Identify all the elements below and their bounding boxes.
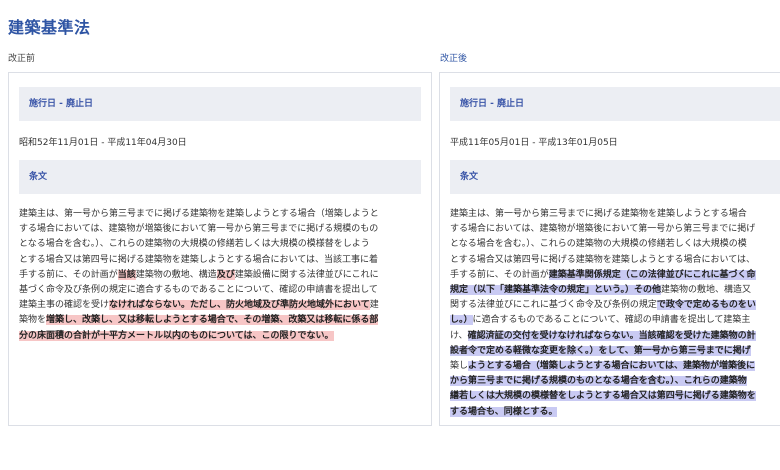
article-text-line: となる場合を含む。）、これらの建築物の大規模の修繕若しくは大規模の模 [450,237,780,252]
enforcement-date-range: 平成11年05月01日 - 平成13年01月05日 [450,138,618,148]
inserted-text: 規定（以下「建築基準法令の規定」という。）その他 [450,285,661,296]
article-text-line: 手する前に、その計画が当該建築物の敷地、構造及び建築設備に関する法律並びにこれに [19,268,423,283]
enforcement-date-heading: 施行日 - 廃止日 [19,87,421,121]
article-text-line: する場合も、同様とする。 [450,405,780,420]
article-text-line: 築物を増築し、改築し、又は移転しようとする場合で、その増築、改築又は移転に係る部 [19,313,423,328]
article-text-line: 繕若しくは大規模の模様替をしようとする場合又は第四号に掲げる建築物を [450,389,780,404]
article-text-line: け、確認済証の交付を受けなければならない。当該確認を受けた建築物の計 [450,329,780,344]
text-segment: 建築物の敷地、構造 [135,269,217,280]
deleted-text: 増築し、改築し、又は移転しようとする場合で、その増築、改築又は移転に係る部 [46,315,379,326]
text-segment: け、 [450,330,468,341]
article-text-line: 建築主は、第一号から第三号までに掲げる建築物を建築しようとする場合（増築しようと [19,207,423,222]
article-text: 建築主は、第一号から第三号までに掲げる建築物を建築しようとする場合（増築しようと… [19,207,423,344]
text-segment: に適合するものであることについて、確認の申請書を提出して建築主 [472,315,751,326]
text-segment: 関する法律並びにこれに基づく命令及び条例の規定 [450,300,657,311]
inserted-text: し。） [450,315,473,326]
inserted-text: する場合も、同様とする。 [450,406,558,417]
text-segment: する場合においては、建築物が増築後において第一号から第三号までに掲げる規模のもの [19,224,379,235]
after-column-label: 改正後 [440,54,468,64]
article-text: 建築主は、第一号から第三号までに掲げる建築物を建築しようとする場合 する場合におい… [450,207,780,420]
article-text-line: 関する法律並びにこれに基づく命令及び条例の規定で政令で定めるものをい [450,298,780,313]
page-title: 建築基準法 [8,18,91,37]
inserted-text: から第三号までに掲げる規模のものとなる場合を含む。）、これらの建築物 [450,376,747,387]
before-panel: 施行日 - 廃止日 昭和52年11月01日 - 平成11年04月30日 条文 建… [8,72,432,426]
text-segment: 建築主は、第一号から第三号までに掲げる建築物を建築しようとする場合 [450,209,747,219]
deleted-text: 及び [216,269,235,280]
inserted-text: 繕若しくは大規模の模様替をしようとする場合又は第四号に掲げる建築物を [450,391,756,402]
article-text-line: 手する前に、その計画が建築基準関係規定（この法律並びにこれに基づく命 [450,268,780,283]
after-panel: 施行日 - 廃止日 平成11年05月01日 - 平成13年01月05日 条文 建… [439,72,780,426]
article-text-line: となる場合を含む。）、これらの建築物の大規模の修繕若しくは大規模の模様替をしよう [19,237,423,252]
text-segment: 手する前に、その計画が [19,269,118,280]
text-segment: とする場合又は第四号に掲げる建築物を建築しようとする場合においては、当該工事に着 [19,254,379,265]
inserted-text: で政令で定めるものをい [656,300,756,311]
article-text-line: する場合においては、建築物が増築後において第一号から第三号までに掲げ [450,222,780,237]
inserted-text: 建築基準関係規定（この法律並びにこれに基づく命 [548,269,756,280]
article-text-line: から第三号までに掲げる規模のものとなる場合を含む。）、これらの建築物 [450,374,780,389]
text-segment: 築物を [19,315,47,326]
text-segment: 建築主事の確認を受け [19,300,110,311]
deleted-text: なければならない。ただし、防火地域及び準防火地域外において [109,300,370,311]
article-text-line: 建築主は、第一号から第三号までに掲げる建築物を建築しようとする場合 [450,207,780,222]
article-text-line: 建築主事の確認を受けなければならない。ただし、防火地域及び準防火地域外において建 [19,298,423,313]
text-segment: 基づく命令及び条例の規定に適合するものであることについて、確認の申請書を提出して [19,285,378,296]
enforcement-date-range: 昭和52年11月01日 - 平成11年04月30日 [19,138,187,148]
article-heading: 条文 [19,160,421,194]
text-segment: となる場合を含む。）、これらの建築物の大規模の修繕若しくは大規模の模 [450,239,747,250]
article-text-line: 基づく命令及び条例の規定に適合するものであることについて、確認の申請書を提出して [19,283,423,298]
article-heading: 条文 [450,160,780,194]
deleted-text: 当該 [117,269,136,280]
article-text-line: する場合においては、建築物が増築後において第一号から第三号までに掲げる規模のもの [19,222,423,237]
text-segment: する場合においては、建築物が増築後において第一号から第三号までに掲げ [450,224,756,235]
text-segment: 建築主は、第一号から第三号までに掲げる建築物を建築しようとする場合（増築しようと [19,209,379,219]
article-text-line: とする場合又は第四号に掲げる建築物を建築しようとする場合においては、当該工事に着 [19,253,423,268]
text-segment: 建築設備に関する法律並びにこれに [234,269,379,280]
text-segment: 築し [450,361,469,372]
article-text-line: し。）に適合するものであることについて、確認の申請書を提出して建築主 [450,313,780,328]
text-segment: 建 [369,300,379,311]
article-text-line: 規定（以下「建築基準法令の規定」という。）その他建築物の敷地、構造又 [450,283,780,298]
text-segment: とする場合又は第四号に掲げる建築物を建築しようとする場合においては、 [450,254,756,265]
inserted-text: 確認済証の交付を受けなければならない。当該確認を受けた建築物の計 [467,330,756,341]
article-text-line: 設者令で定める軽微な変更を除く。）をして、第一号から第三号までに掲げ [450,344,780,359]
article-text-line: 分の床面積の合計が十平方メートル以内のものについては、この限りでない。 [19,329,423,344]
before-column-label: 改正前 [8,54,36,64]
inserted-text: 設者令で定める軽微な変更を除く。）をして、第一号から第三号までに掲げ [450,345,751,356]
enforcement-date-heading: 施行日 - 廃止日 [450,87,780,121]
text-segment: 手する前に、その計画が [450,269,549,280]
article-text-line: とする場合又は第四号に掲げる建築物を建築しようとする場合においては、 [450,253,780,268]
text-segment: 建築物の敷地、構造又 [660,285,751,296]
inserted-text: ようとする場合（増築しようとする場合においては、建築物が増築後に [468,361,756,372]
deleted-text: 分の床面積の合計が十平方メートル以内のものについては、この限りでない。 [19,330,334,341]
article-text-line: 築しようとする場合（増築しようとする場合においては、建築物が増築後に [450,359,780,374]
text-segment: となる場合を含む。）、これらの建築物の大規模の修繕若しくは大規模の模様替をしよう [19,239,370,250]
